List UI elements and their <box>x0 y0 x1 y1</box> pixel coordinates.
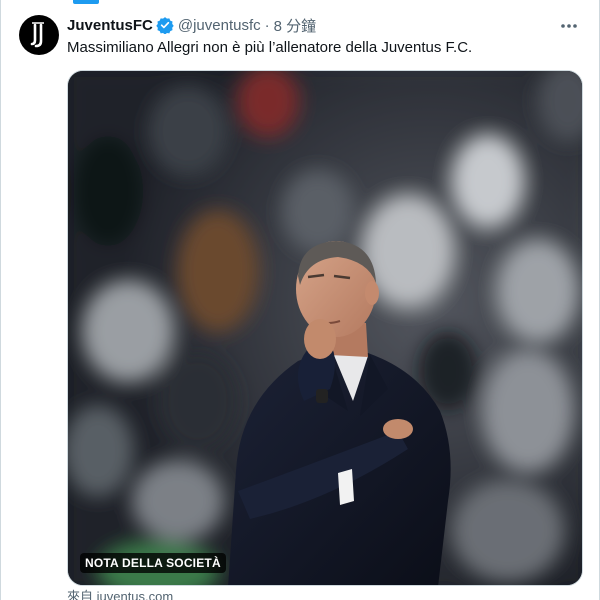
avatar[interactable] <box>19 15 59 55</box>
more-button[interactable] <box>557 14 581 38</box>
timestamp[interactable]: 8 分鐘 <box>274 15 317 36</box>
display-name[interactable]: JuventusFC <box>67 17 153 34</box>
media-photo <box>68 71 582 585</box>
verified-badge-icon <box>156 16 174 34</box>
top-accent-bar <box>73 0 99 4</box>
tweet-media[interactable]: NOTA DELLA SOCIETÀ <box>67 70 583 586</box>
media-badge: NOTA DELLA SOCIETÀ <box>80 553 226 573</box>
separator-dot: · <box>264 16 270 34</box>
juventus-logo-icon <box>30 22 44 48</box>
handle[interactable]: @juventusfc <box>178 17 261 34</box>
link-source[interactable]: 來自 juventus.com <box>67 589 173 600</box>
tweet-header: JuventusFC @juventusfc · 8 分鐘 <box>67 15 316 35</box>
more-icon <box>561 24 577 28</box>
tweet-card[interactable]: JuventusFC @juventusfc · 8 分鐘 Massimilia… <box>0 0 600 600</box>
tweet-text: Massimiliano Allegri non è più l’allenat… <box>67 39 473 56</box>
